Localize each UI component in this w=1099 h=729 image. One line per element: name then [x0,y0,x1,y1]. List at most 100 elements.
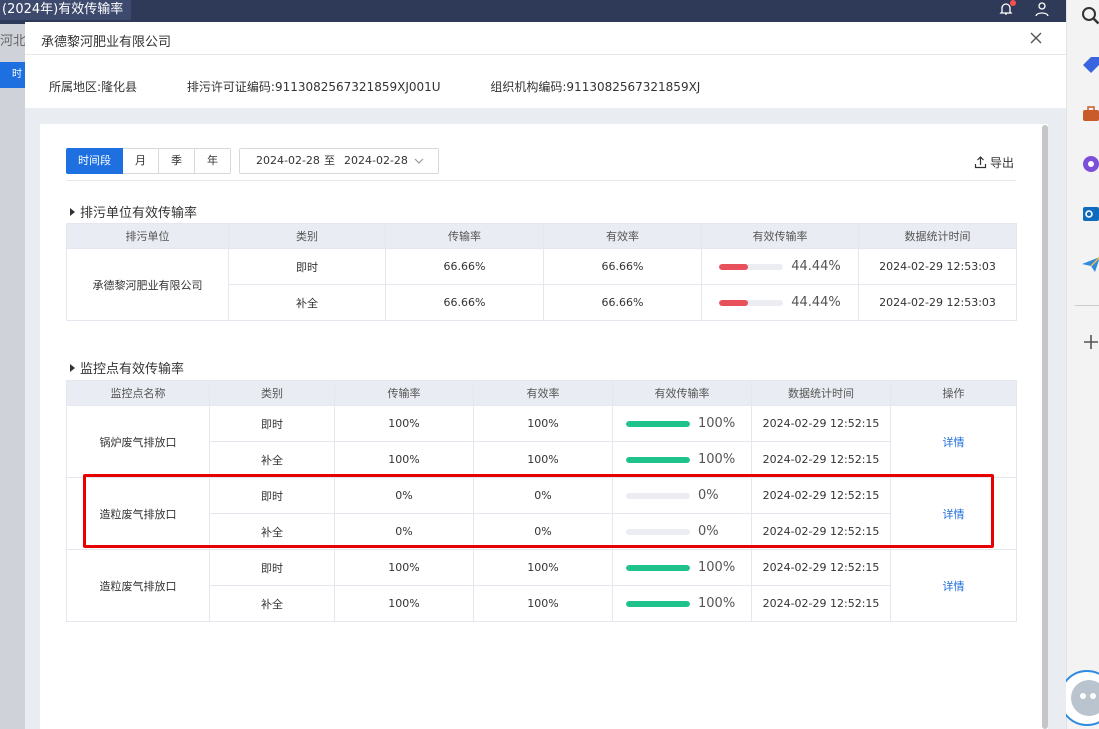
validity-cell: 100% [473,549,613,586]
chevron-down-icon[interactable] [414,157,424,165]
point-section-title: 监控点有效传输率 [70,358,184,377]
effective-cell: 44.44% [701,284,859,321]
validity-cell: 100% [473,585,613,622]
time-cell: 2024-02-29 12:52:15 [751,405,891,442]
unit-table-header: 排污单位 类别 传输率 有效率 有效传输率 数据统计时间 [66,223,1017,249]
progress-fill [626,456,690,463]
col-point-name: 监控点名称 [66,380,210,406]
toolbar-divider [66,180,1016,181]
caret-right-icon [70,207,75,216]
transmission-cell: 0% [334,513,474,550]
effective-value: 100% [698,596,736,611]
bell-icon[interactable] [998,0,1016,17]
col-unit: 排污单位 [66,223,229,249]
vertical-scrollbar[interactable] [1042,125,1048,729]
export-button[interactable]: 导出 [974,154,1014,171]
detail-link[interactable]: 详情 [943,436,965,449]
col-validity: 有效率 [543,223,702,249]
category-cell: 补全 [228,284,386,321]
close-icon[interactable] [1028,30,1044,46]
category-cell: 即时 [228,248,386,285]
effective-value: 44.44% [791,295,841,310]
transmission-cell: 100% [334,585,474,622]
category-cell: 即时 [209,549,335,586]
send-icon[interactable] [1081,254,1099,274]
point-name: 锅炉废气排放口 [66,405,210,478]
company-info: 所属地区:隆化县 排污许可证编码:9113082567321859XJ001U … [49,78,746,95]
time-cell: 2024-02-29 12:52:15 [751,513,891,550]
effective-cell: 100% [612,441,752,478]
export-icon [974,156,987,169]
progress-bar [626,456,690,463]
col-transmission: 传输率 [334,380,474,406]
tag-icon[interactable] [1081,55,1099,75]
sidebar-divider [1075,305,1099,306]
outlook-icon[interactable] [1081,204,1099,224]
detail-link[interactable]: 详情 [943,580,965,593]
action-cell: 详情 [890,405,1017,478]
time-cell: 2024-02-29 12:53:03 [858,248,1017,285]
tab-time-range[interactable]: 时间段 [66,148,123,174]
col-time: 数据统计时间 [858,223,1017,249]
category-cell: 补全 [209,585,335,622]
user-icon[interactable] [1034,1,1050,17]
window-title: (2024年)有效传输率 [0,0,132,20]
point-name: 造粒废气排放口 [66,549,210,622]
effective-cell: 44.44% [701,248,859,285]
col-category: 类别 [209,380,335,406]
background-region-label: 河北 [0,34,27,49]
table-row: 造粒废气排放口 即时 0% 0% 0% 2024-02-29 12:52:15 … [66,477,1017,550]
caret-right-icon [70,363,75,372]
category-cell: 补全 [209,513,335,550]
validity-cell: 66.66% [543,284,702,321]
col-validity: 有效率 [473,380,613,406]
effective-cell: 100% [612,585,752,622]
date-range-picker[interactable]: 2024-02-28 至 2024-02-28 [239,148,439,174]
progress-bar [626,420,690,427]
copilot-icon[interactable] [1081,154,1099,174]
category-cell: 即时 [209,405,335,442]
briefcase-icon[interactable] [1081,104,1099,124]
progress-fill [626,600,690,607]
progress-fill [719,263,748,270]
date-separator: 至 [324,154,335,167]
col-category: 类别 [228,223,386,249]
validity-cell: 0% [473,513,613,550]
progress-fill [626,564,690,571]
effective-value: 0% [698,524,719,539]
search-icon[interactable] [1081,6,1099,26]
transmission-cell: 100% [334,405,474,442]
point-table-header: 监控点名称 类别 传输率 有效率 有效传输率 数据统计时间 操作 [66,380,1017,406]
table-row: 补全 100% 100% 100% 2024-02-29 12:52:15 [67,441,1017,478]
progress-bar [626,492,690,499]
plus-icon[interactable] [1083,334,1099,350]
background-tab[interactable]: 时 [0,62,25,88]
transmission-cell: 0% [334,477,474,514]
time-cell: 2024-02-29 12:52:15 [751,477,891,514]
unit-section-title: 排污单位有效传输率 [70,202,197,221]
action-cell: 详情 [890,549,1017,622]
effective-cell: 0% [612,477,752,514]
effective-value: 100% [698,560,736,575]
region-info: 所属地区:隆化县 [49,80,138,94]
period-selector: 时间段 月 季 年 [66,148,231,174]
unit-table: 排污单位 类别 传输率 有效率 有效传输率 数据统计时间 承德黎河肥业有限公司 … [66,223,1017,321]
validity-cell: 100% [473,405,613,442]
progress-bar [626,528,690,535]
detail-link[interactable]: 详情 [943,508,965,521]
time-cell: 2024-02-29 12:52:15 [751,441,891,478]
action-cell: 详情 [890,477,1017,550]
effective-cell: 100% [612,405,752,442]
progress-bar [626,600,690,607]
date-start[interactable]: 2024-02-28 [256,149,320,173]
tab-year[interactable]: 年 [195,148,231,174]
progress-fill [719,299,748,306]
tab-month[interactable]: 月 [123,148,159,174]
detail-modal: 承德黎河肥业有限公司 所属地区:隆化县 排污许可证编码:911308256732… [25,22,1066,729]
validity-cell: 0% [473,477,613,514]
tab-quarter[interactable]: 季 [159,148,195,174]
transmission-cell: 66.66% [385,284,544,321]
date-end[interactable]: 2024-02-28 [344,149,408,173]
background-sidebar: 河北 时 [0,24,27,729]
col-transmission: 传输率 [385,223,544,249]
